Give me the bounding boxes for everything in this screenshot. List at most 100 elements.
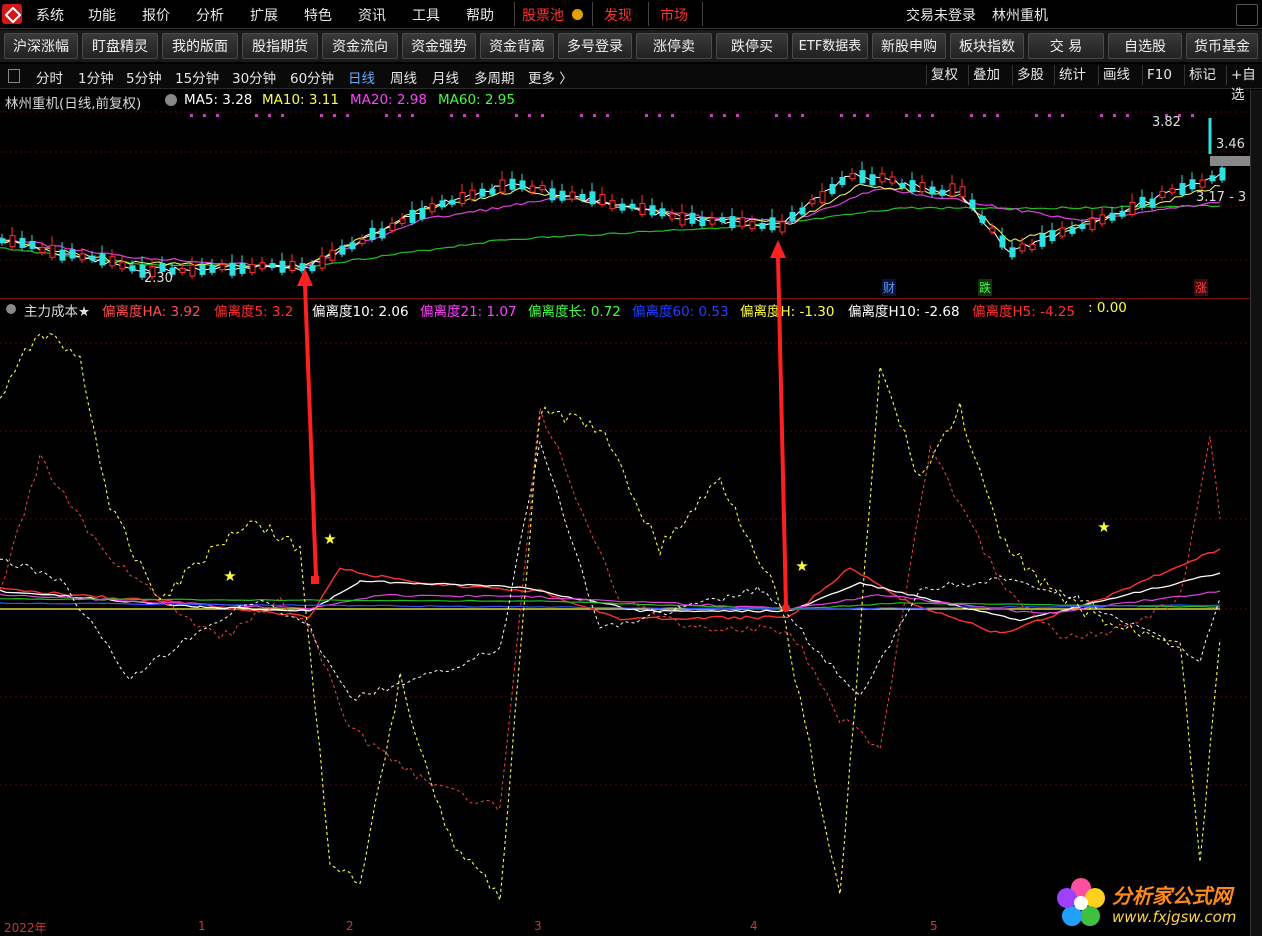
candle-body	[29, 240, 36, 249]
signal-marker	[1191, 114, 1194, 117]
tool-mark[interactable]: 标记	[1184, 65, 1220, 85]
candle-body	[989, 227, 996, 233]
period-more[interactable]: 更多 〉	[528, 67, 573, 87]
menu-stock-pool[interactable]: 股票池	[522, 5, 564, 25]
candle-body	[1079, 223, 1086, 229]
candle-body	[379, 228, 386, 239]
period-weekly[interactable]: 周线	[390, 67, 417, 87]
period-multi[interactable]: 多周期	[474, 67, 515, 87]
right-scale-strip[interactable]	[1250, 90, 1262, 936]
candle-body	[19, 237, 26, 248]
tool-f10[interactable]: F10	[1142, 65, 1176, 85]
signal-marker	[853, 114, 856, 117]
period-15min[interactable]: 15分钟	[175, 67, 219, 87]
tool-overlay[interactable]: 叠加	[968, 65, 1004, 85]
signal-marker	[736, 114, 739, 117]
panel-toggle-icon[interactable]	[8, 69, 20, 83]
period-5min[interactable]: 5分钟	[126, 67, 162, 87]
period-1min[interactable]: 1分钟	[78, 67, 114, 87]
tb-etf-table[interactable]: ETF数据表	[792, 33, 868, 59]
tb-watch-wizard[interactable]: 盯盘精灵	[82, 33, 158, 59]
menu-feature[interactable]: 特色	[304, 5, 332, 25]
candle-body	[909, 180, 916, 193]
indicator-settings-icon[interactable]	[6, 304, 16, 314]
event-tag-up[interactable]: 涨	[1194, 279, 1209, 296]
menu-function[interactable]: 功能	[88, 5, 116, 25]
candle-body	[249, 264, 256, 274]
tb-watchlist[interactable]: 自选股	[1108, 33, 1182, 59]
candle-body	[109, 256, 116, 267]
tool-restore-rights[interactable]: 复权	[926, 65, 962, 85]
tb-trade[interactable]: 交 易	[1028, 33, 1104, 59]
signal-marker	[411, 114, 414, 117]
tool-multi-stock[interactable]: 多股	[1012, 65, 1048, 85]
event-tag-down[interactable]: 跌	[978, 279, 993, 296]
menu-system[interactable]: 系统	[36, 5, 64, 25]
candle-body	[679, 212, 686, 226]
last-price-box	[1210, 156, 1250, 166]
candle-body	[59, 249, 66, 261]
tb-ipo-subscribe[interactable]: 新股申购	[872, 33, 946, 59]
tb-sh-sz-gainers[interactable]: 沪深涨幅	[4, 33, 78, 59]
ma10-label: MA10: 3.11	[262, 92, 339, 108]
login-status[interactable]: 交易未登录	[906, 5, 976, 25]
ma60-label: MA60: 2.95	[438, 92, 515, 108]
menu-analysis[interactable]: 分析	[196, 5, 224, 25]
tool-statistics[interactable]: 统计	[1054, 65, 1090, 85]
signal-marker	[918, 114, 921, 117]
menu-extend[interactable]: 扩展	[250, 5, 278, 25]
candle-body	[69, 249, 76, 259]
tool-add-watchlist[interactable]: +自选	[1226, 65, 1262, 103]
menu-help[interactable]: 帮助	[466, 5, 494, 25]
function-toolbar: 沪深涨幅 盯盘精灵 我的版面 股指期货 资金流向 资金强势 资金背离 多号登录 …	[0, 30, 1262, 62]
tb-multi-login[interactable]: 多号登录	[558, 33, 632, 59]
tb-fund-flow[interactable]: 资金流向	[322, 33, 398, 59]
signal-marker	[983, 114, 986, 117]
menu-tools[interactable]: 工具	[412, 5, 440, 25]
window-control-icon[interactable]	[1236, 4, 1258, 26]
app-logo-icon	[2, 4, 22, 24]
tool-draw-line[interactable]: 画线	[1098, 65, 1134, 85]
candle-body	[479, 188, 486, 197]
period-60min[interactable]: 60分钟	[290, 67, 334, 87]
tb-limit-up-sell[interactable]: 涨停卖	[636, 33, 712, 59]
signal-marker	[320, 114, 323, 117]
menu-news[interactable]: 资讯	[358, 5, 386, 25]
tb-fund-divergence[interactable]: 资金背离	[480, 33, 554, 59]
candle-body	[859, 170, 866, 184]
candle-body	[1009, 247, 1016, 258]
ind-h10: 偏离度H10: -2.68	[848, 304, 960, 320]
watermark-flower-logo-icon	[1057, 878, 1105, 926]
kline-panel[interactable]: 林州重机(日线,前复权) MA5: 3.28 MA10: 3.11 MA20: …	[0, 90, 1250, 299]
period-timeshare[interactable]: 分时	[36, 67, 63, 87]
indicator-name[interactable]: 主力成本★	[24, 300, 90, 320]
candle-body	[269, 263, 276, 269]
candle-body	[869, 174, 876, 186]
period-30min[interactable]: 30分钟	[232, 67, 276, 87]
candle-body	[1119, 210, 1126, 217]
period-monthly[interactable]: 月线	[432, 67, 459, 87]
indicator-chart[interactable]: ★ ★ ★ ★	[0, 299, 1250, 929]
menu-market[interactable]: 市场	[660, 5, 688, 25]
tb-limit-down-buy[interactable]: 跌停买	[716, 33, 788, 59]
menu-discover[interactable]: 发现	[604, 5, 632, 25]
candle-body	[99, 253, 106, 266]
line-10	[0, 572, 1221, 622]
watermark: 分析家公式网 www.fxjgsw.com	[1052, 874, 1258, 932]
candle-body	[319, 255, 326, 269]
candle-body	[229, 262, 236, 276]
candle-body	[819, 191, 826, 204]
candle-body	[719, 217, 726, 223]
tb-sector-index[interactable]: 板块指数	[950, 33, 1024, 59]
settings-circle-icon[interactable]	[165, 94, 177, 106]
menu-quote[interactable]: 报价	[142, 5, 170, 25]
tb-index-futures[interactable]: 股指期货	[242, 33, 318, 59]
kline-chart[interactable]	[0, 90, 1250, 298]
event-tag-finance[interactable]: 财	[882, 279, 897, 296]
tb-fund-strength[interactable]: 资金强势	[402, 33, 476, 59]
indicator-panel[interactable]: ★ ★ ★ ★ 主力成本★ 偏离度HA: 3.92 偏离度5: 3.2 偏离度10: …	[0, 299, 1250, 935]
candle-body	[939, 189, 946, 196]
tb-my-layout[interactable]: 我的版面	[162, 33, 238, 59]
period-daily[interactable]: 日线	[348, 67, 375, 87]
tb-money-fund[interactable]: 货币基金	[1186, 33, 1258, 59]
